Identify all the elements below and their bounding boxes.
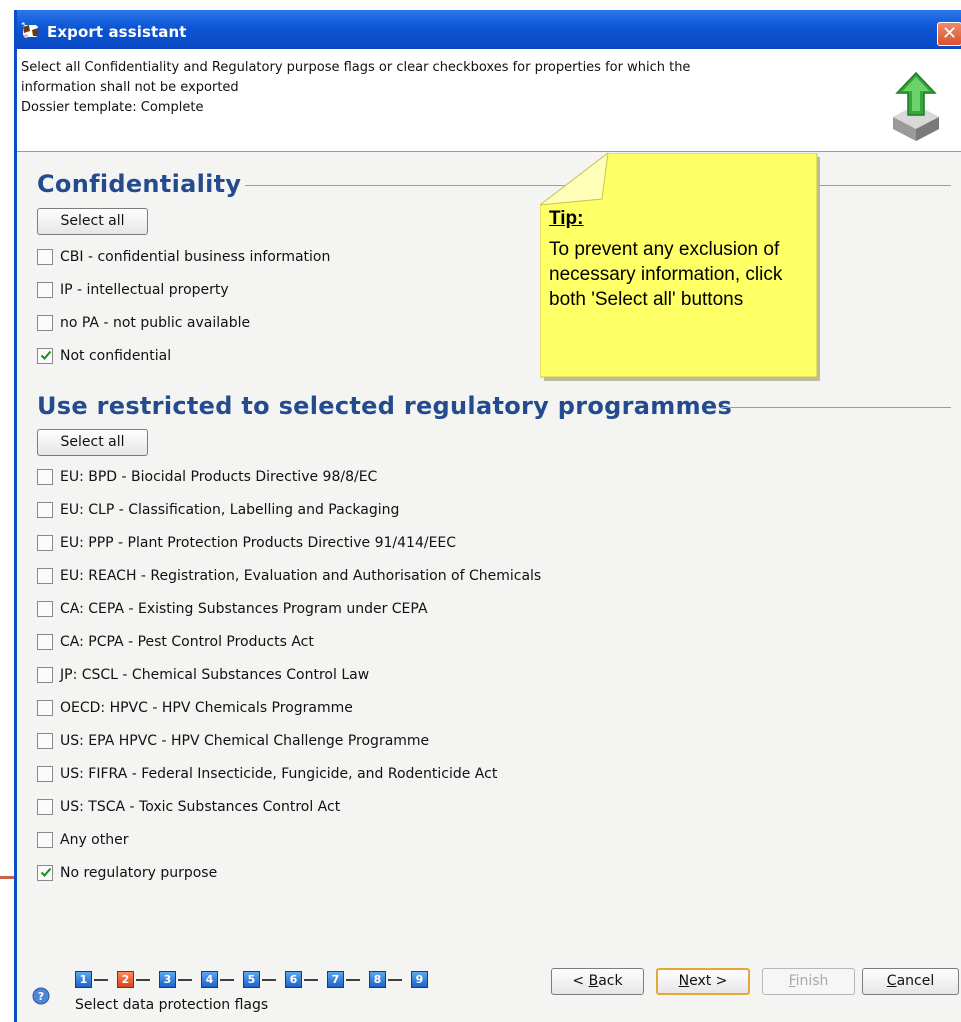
checkbox-label: CA: CEPA - Existing Substances Program u… [60,601,428,617]
back-button[interactable]: < Back [551,968,644,995]
close-button[interactable]: ✕ [937,22,961,46]
checkmark-icon [40,867,52,877]
checkbox[interactable] [37,700,53,716]
wizard-step-3[interactable]: 3 [159,971,176,988]
dossier-template-label: Dossier template: Complete [21,100,204,115]
checkbox-label: JP: CSCL - Chemical Substances Control L… [60,667,370,683]
checkbox[interactable] [37,249,53,265]
finish-label: inish [795,973,829,989]
wizard-step-7[interactable]: 7 [327,971,344,988]
cancel-button[interactable]: Cancel [862,968,959,995]
step-connector [136,979,150,981]
step-connector [220,979,234,981]
checkbox-label: US: TSCA - Toxic Substances Control Act [60,799,341,815]
step-connector [304,979,318,981]
tip-title: Tip: [549,208,584,229]
step-connector [178,979,192,981]
checkbox-label: IP - intellectual property [60,282,229,298]
header-instruction-line-2: information shall not be exported [21,80,239,95]
checkbox-label: OECD: HPVC - HPV Chemicals Programme [60,700,353,716]
header-instruction-line-1: Select all Confidentiality and Regulator… [21,60,691,75]
next-mnemonic: N [678,973,690,989]
regulatory-select-all-button[interactable]: Select all [37,429,148,456]
back-prefix: < [572,973,589,989]
checkbox[interactable] [37,348,53,364]
back-label: ack [598,973,623,989]
cancel-mnemonic: C [886,973,897,989]
checkbox-label: no PA - not public available [60,315,251,331]
step-connector [262,979,276,981]
tip-note: Tip: To prevent any exclusion of necessa… [540,153,820,381]
tip-text: To prevent any exclusion of necessary in… [549,239,783,310]
checkbox[interactable] [37,832,53,848]
regulatory-programmes-heading: Use restricted to selected regulatory pr… [37,392,733,420]
close-icon: ✕ [941,23,958,44]
confidentiality-select-all-button[interactable]: Select all [37,208,148,235]
svg-text:?: ? [38,990,44,1003]
checkbox[interactable] [37,634,53,650]
checkbox[interactable] [37,766,53,782]
export-arrow-icon [893,71,939,141]
wizard-step-2[interactable]: 2 [117,971,134,988]
title-bar[interactable]: Export assistant ✕ [17,10,961,49]
checkbox[interactable] [37,601,53,617]
back-mnemonic: B [588,973,599,989]
checkbox[interactable] [37,865,53,881]
checkbox[interactable] [37,667,53,683]
regulatory-divider [721,407,951,408]
checkbox[interactable] [37,733,53,749]
checkbox[interactable] [37,469,53,485]
wizard-step-1[interactable]: 1 [75,971,92,988]
window-title: Export assistant [47,23,187,41]
checkbox-label: EU: PPP - Plant Protection Products Dire… [60,535,457,551]
finish-button[interactable]: Finish [762,968,855,995]
checkbox-label: EU: CLP - Classification, Labelling and … [60,502,400,518]
checkbox-label: Any other [60,832,129,848]
checkbox[interactable] [37,568,53,584]
cancel-label: ancel [896,973,935,989]
step-caption: Select data protection flags [75,997,269,1013]
next-label: ext > [689,973,728,989]
wizard-step-4[interactable]: 4 [201,971,218,988]
checkmark-icon [40,350,52,360]
wizard-step-8[interactable]: 8 [369,971,386,988]
confidentiality-heading: Confidentiality [37,170,242,198]
help-icon[interactable]: ? [32,987,50,1005]
checkbox[interactable] [37,282,53,298]
wizard-step-9[interactable]: 9 [411,971,428,988]
header-panel: Select all Confidentiality and Regulator… [17,49,961,152]
checkbox-label: US: EPA HPVC - HPV Chemical Challenge Pr… [60,733,430,749]
checkbox-label: CBI - confidential business information [60,249,331,265]
step-connector [94,979,108,981]
checkbox[interactable] [37,535,53,551]
finish-mnemonic: F [788,973,796,989]
checkbox[interactable] [37,502,53,518]
checkbox-label: EU: BPD - Biocidal Products Directive 98… [60,469,378,485]
wizard-step-5[interactable]: 5 [243,971,260,988]
checkbox-label: Not confidential [60,348,172,364]
checkbox-label: EU: REACH - Registration, Evaluation and… [60,568,542,584]
cow-icon [21,22,38,38]
checkbox-label: No regulatory purpose [60,865,218,881]
checkbox[interactable] [37,799,53,815]
step-connector [346,979,360,981]
checkbox-label: CA: PCPA - Pest Control Products Act [60,634,314,650]
export-assistant-window: Export assistant ✕ Select all Confidenti… [14,10,961,1022]
next-button[interactable]: Next > [656,968,750,995]
checkbox-label: US: FIFRA - Federal Insecticide, Fungici… [60,766,498,782]
wizard-steps: 1 2 3 4 5 6 7 8 9 [75,971,455,991]
checkbox[interactable] [37,315,53,331]
wizard-step-6[interactable]: 6 [285,971,302,988]
step-connector [388,979,402,981]
